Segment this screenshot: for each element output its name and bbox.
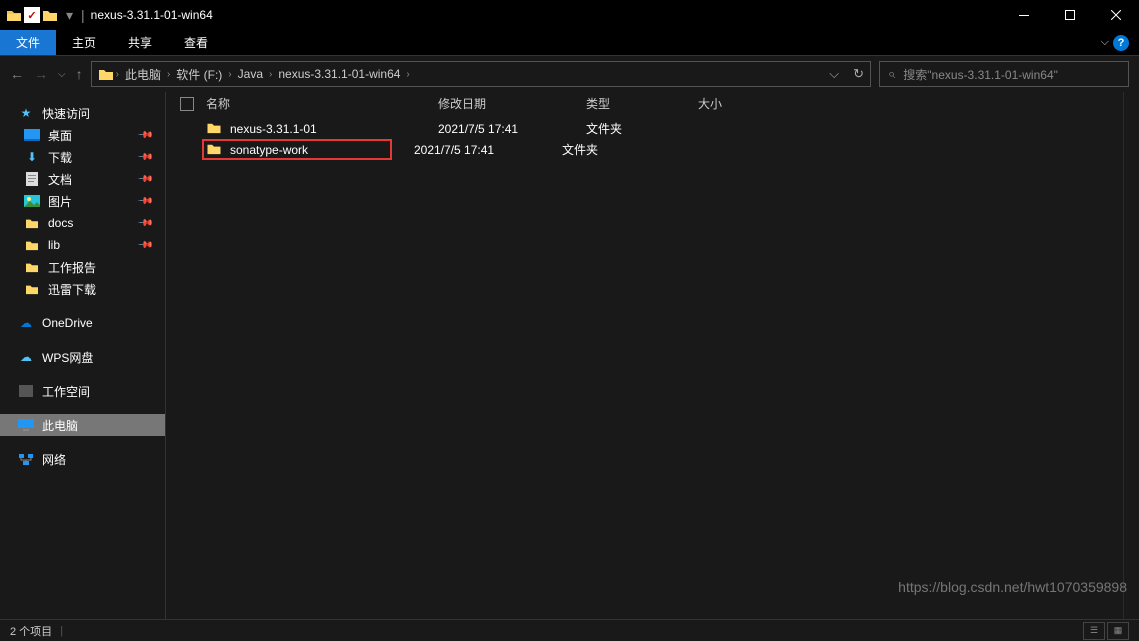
folder-icon bbox=[24, 282, 40, 296]
folder-icon bbox=[24, 216, 40, 230]
file-type: 文件夹 bbox=[562, 141, 674, 158]
sidebar-workspace[interactable]: 工作空间 bbox=[0, 380, 165, 402]
desktop-icon bbox=[24, 128, 40, 142]
folder-icon bbox=[24, 238, 40, 252]
watermark: https://blog.csdn.net/hwt1070359898 bbox=[898, 579, 1127, 595]
vertical-scrollbar[interactable] bbox=[1123, 92, 1139, 619]
file-name: nexus-3.31.1-01 bbox=[230, 122, 438, 136]
forward-button[interactable]: → bbox=[34, 66, 48, 82]
pictures-icon bbox=[24, 194, 40, 208]
window-title: nexus-3.31.1-01-win64 bbox=[91, 8, 213, 22]
up-button[interactable]: ↑ bbox=[76, 66, 83, 82]
table-row[interactable]: nexus-3.31.1-01 2021/7/5 17:41 文件夹 bbox=[166, 118, 1139, 139]
breadcrumb[interactable]: Java bbox=[234, 67, 267, 81]
titlebar: ✓ ▾ | nexus-3.31.1-01-win64 bbox=[0, 0, 1139, 30]
chevron-right-icon[interactable]: › bbox=[228, 69, 231, 80]
separator-icon: ▾ bbox=[66, 7, 73, 24]
col-name[interactable]: 名称 bbox=[206, 95, 438, 112]
sidebar-wps[interactable]: ☁ WPS网盘 bbox=[0, 346, 165, 368]
navigation-bar: ← → ⌵ ↑ › 此电脑 › 软件 (F:) › Java › nexus-3… bbox=[0, 56, 1139, 92]
document-icon bbox=[24, 172, 40, 186]
status-bar: 2 个项目 | ☰ ▦ bbox=[0, 619, 1139, 641]
divider: | bbox=[60, 625, 63, 637]
folder-icon bbox=[24, 260, 40, 274]
pin-icon: 📌 bbox=[136, 149, 153, 166]
sidebar-quick-access[interactable]: ★ 快速访问 bbox=[0, 102, 165, 124]
check-icon: ✓ bbox=[24, 7, 40, 23]
star-icon: ★ bbox=[18, 106, 34, 120]
col-type[interactable]: 类型 bbox=[586, 95, 698, 112]
select-all-checkbox[interactable] bbox=[180, 97, 194, 111]
chevron-down-icon[interactable]: ⌵ bbox=[1101, 36, 1109, 49]
cloud-icon: ☁ bbox=[18, 350, 34, 364]
minimize-button[interactable] bbox=[1001, 0, 1047, 30]
file-list: 名称 修改日期 类型 大小 nexus-3.31.1-01 2021/7/5 1… bbox=[166, 92, 1139, 619]
sidebar-item-downloads[interactable]: ⬇ 下载📌 bbox=[0, 146, 165, 168]
search-icon: ⌕ bbox=[888, 66, 895, 82]
pin-icon: 📌 bbox=[136, 237, 153, 254]
separator-icon: | bbox=[81, 7, 85, 23]
col-size[interactable]: 大小 bbox=[698, 95, 778, 112]
tab-file[interactable]: 文件 bbox=[0, 30, 56, 55]
address-bar[interactable]: › 此电脑 › 软件 (F:) › Java › nexus-3.31.1-01… bbox=[91, 61, 871, 87]
help-icon[interactable]: ? bbox=[1113, 35, 1129, 51]
file-name: sonatype-work bbox=[230, 143, 308, 157]
chevron-right-icon[interactable]: › bbox=[116, 69, 119, 80]
sidebar-item-pictures[interactable]: 图片📌 bbox=[0, 190, 165, 212]
folder-icon bbox=[6, 8, 22, 22]
back-button[interactable]: ← bbox=[10, 66, 24, 82]
breadcrumb[interactable]: 软件 (F:) bbox=[172, 66, 226, 83]
item-count: 2 个项目 bbox=[10, 623, 52, 639]
breadcrumb[interactable]: nexus-3.31.1-01-win64 bbox=[274, 67, 404, 81]
network-icon bbox=[18, 452, 34, 466]
pc-icon bbox=[18, 418, 34, 432]
tab-view[interactable]: 查看 bbox=[168, 30, 224, 55]
dropdown-icon[interactable]: ⌵ bbox=[829, 66, 839, 82]
file-modified: 2021/7/5 17:41 bbox=[438, 122, 586, 136]
cloud-icon: ☁ bbox=[18, 316, 34, 330]
file-type: 文件夹 bbox=[586, 120, 698, 137]
folder-icon bbox=[98, 67, 114, 81]
maximize-button[interactable] bbox=[1047, 0, 1093, 30]
breadcrumb[interactable]: 此电脑 bbox=[121, 66, 165, 83]
chevron-right-icon[interactable]: › bbox=[167, 69, 170, 80]
chevron-right-icon[interactable]: › bbox=[406, 69, 409, 80]
download-icon: ⬇ bbox=[24, 150, 40, 164]
file-modified: 2021/7/5 17:41 bbox=[414, 143, 562, 157]
sidebar-item-folder[interactable]: docs📌 bbox=[0, 212, 165, 234]
pin-icon: 📌 bbox=[136, 127, 153, 144]
pin-icon: 📌 bbox=[136, 215, 153, 232]
folder-icon bbox=[206, 121, 224, 137]
folder-icon bbox=[42, 8, 58, 22]
table-row[interactable]: sonatype-work 2021/7/5 17:41 文件夹 bbox=[166, 139, 1139, 160]
sidebar-this-pc[interactable]: 此电脑 bbox=[0, 414, 165, 436]
sidebar-item-documents[interactable]: 文档📌 bbox=[0, 168, 165, 190]
folder-icon bbox=[206, 142, 224, 158]
chevron-right-icon[interactable]: › bbox=[269, 69, 272, 80]
refresh-icon[interactable]: ↻ bbox=[853, 66, 864, 82]
close-button[interactable] bbox=[1093, 0, 1139, 30]
sidebar-network[interactable]: 网络 bbox=[0, 448, 165, 470]
recent-dropdown[interactable]: ⌵ bbox=[58, 69, 66, 80]
column-headers[interactable]: 名称 修改日期 类型 大小 bbox=[166, 92, 1139, 116]
sidebar-onedrive[interactable]: ☁ OneDrive bbox=[0, 312, 165, 334]
sidebar-item-folder[interactable]: 工作报告 bbox=[0, 256, 165, 278]
pin-icon: 📌 bbox=[136, 193, 153, 210]
search-input[interactable]: ⌕ 搜索"nexus-3.31.1-01-win64" bbox=[879, 61, 1129, 87]
ribbon: 文件 主页 共享 查看 ⌵ ? bbox=[0, 30, 1139, 56]
col-modified[interactable]: 修改日期 bbox=[438, 95, 586, 112]
sidebar-item-folder[interactable]: lib📌 bbox=[0, 234, 165, 256]
tab-home[interactable]: 主页 bbox=[56, 30, 112, 55]
view-icons-button[interactable]: ▦ bbox=[1107, 622, 1129, 640]
search-placeholder: 搜索"nexus-3.31.1-01-win64" bbox=[903, 66, 1058, 83]
view-details-button[interactable]: ☰ bbox=[1083, 622, 1105, 640]
workspace-icon bbox=[18, 384, 34, 398]
sidebar: ★ 快速访问 桌面📌 ⬇ 下载📌 文档📌 图片📌 docs📌 lib📌 bbox=[0, 92, 166, 619]
pin-icon: 📌 bbox=[136, 171, 153, 188]
sidebar-item-folder[interactable]: 迅雷下载 bbox=[0, 278, 165, 300]
tab-share[interactable]: 共享 bbox=[112, 30, 168, 55]
sidebar-item-desktop[interactable]: 桌面📌 bbox=[0, 124, 165, 146]
